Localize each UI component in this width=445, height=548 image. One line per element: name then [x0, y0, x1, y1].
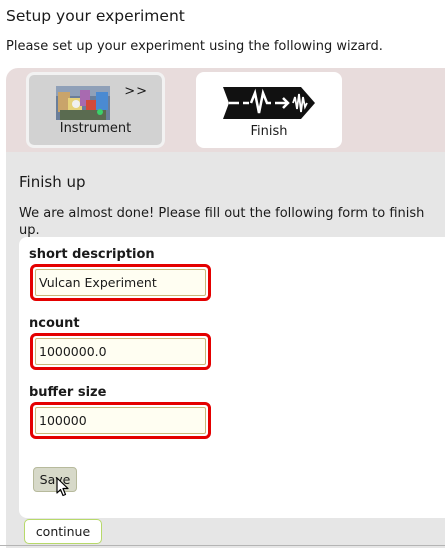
bottom-divider: [0, 545, 445, 546]
instrument-thumbnail-icon: [56, 86, 110, 120]
short-description-field: [30, 264, 211, 301]
page-intro: Please set up your experiment using the …: [6, 39, 383, 54]
finish-logo-icon: [223, 87, 315, 119]
save-button[interactable]: Save: [33, 467, 77, 492]
experiment-setup-page: Setup your experiment Please set up your…: [0, 0, 445, 548]
wizard-step-finish[interactable]: Finish: [196, 72, 342, 148]
continue-button[interactable]: continue: [24, 519, 102, 544]
step-label-finish: Finish: [250, 124, 288, 139]
finish-instructions: We are almost done! Please fill out the …: [19, 206, 425, 238]
page-title: Setup your experiment: [6, 7, 185, 25]
buffer-size-input[interactable]: [35, 407, 206, 434]
finish-title: Finish up: [19, 173, 86, 191]
short-description-input[interactable]: [35, 269, 206, 296]
wizard-steps: >> Instrument Finish: [6, 68, 445, 152]
step-arrow: >>: [124, 84, 148, 99]
ncount-input[interactable]: [35, 338, 206, 365]
ncount-field: [30, 333, 211, 370]
short-description-label: short description: [29, 247, 155, 262]
wizard-step-instrument[interactable]: >> Instrument: [26, 72, 165, 148]
buffer-size-label: buffer size: [29, 385, 107, 400]
buffer-size-field: [30, 402, 211, 439]
step-label-instrument: Instrument: [59, 121, 132, 136]
ncount-label: ncount: [29, 316, 80, 331]
mouse-pointer-icon: [56, 477, 69, 497]
